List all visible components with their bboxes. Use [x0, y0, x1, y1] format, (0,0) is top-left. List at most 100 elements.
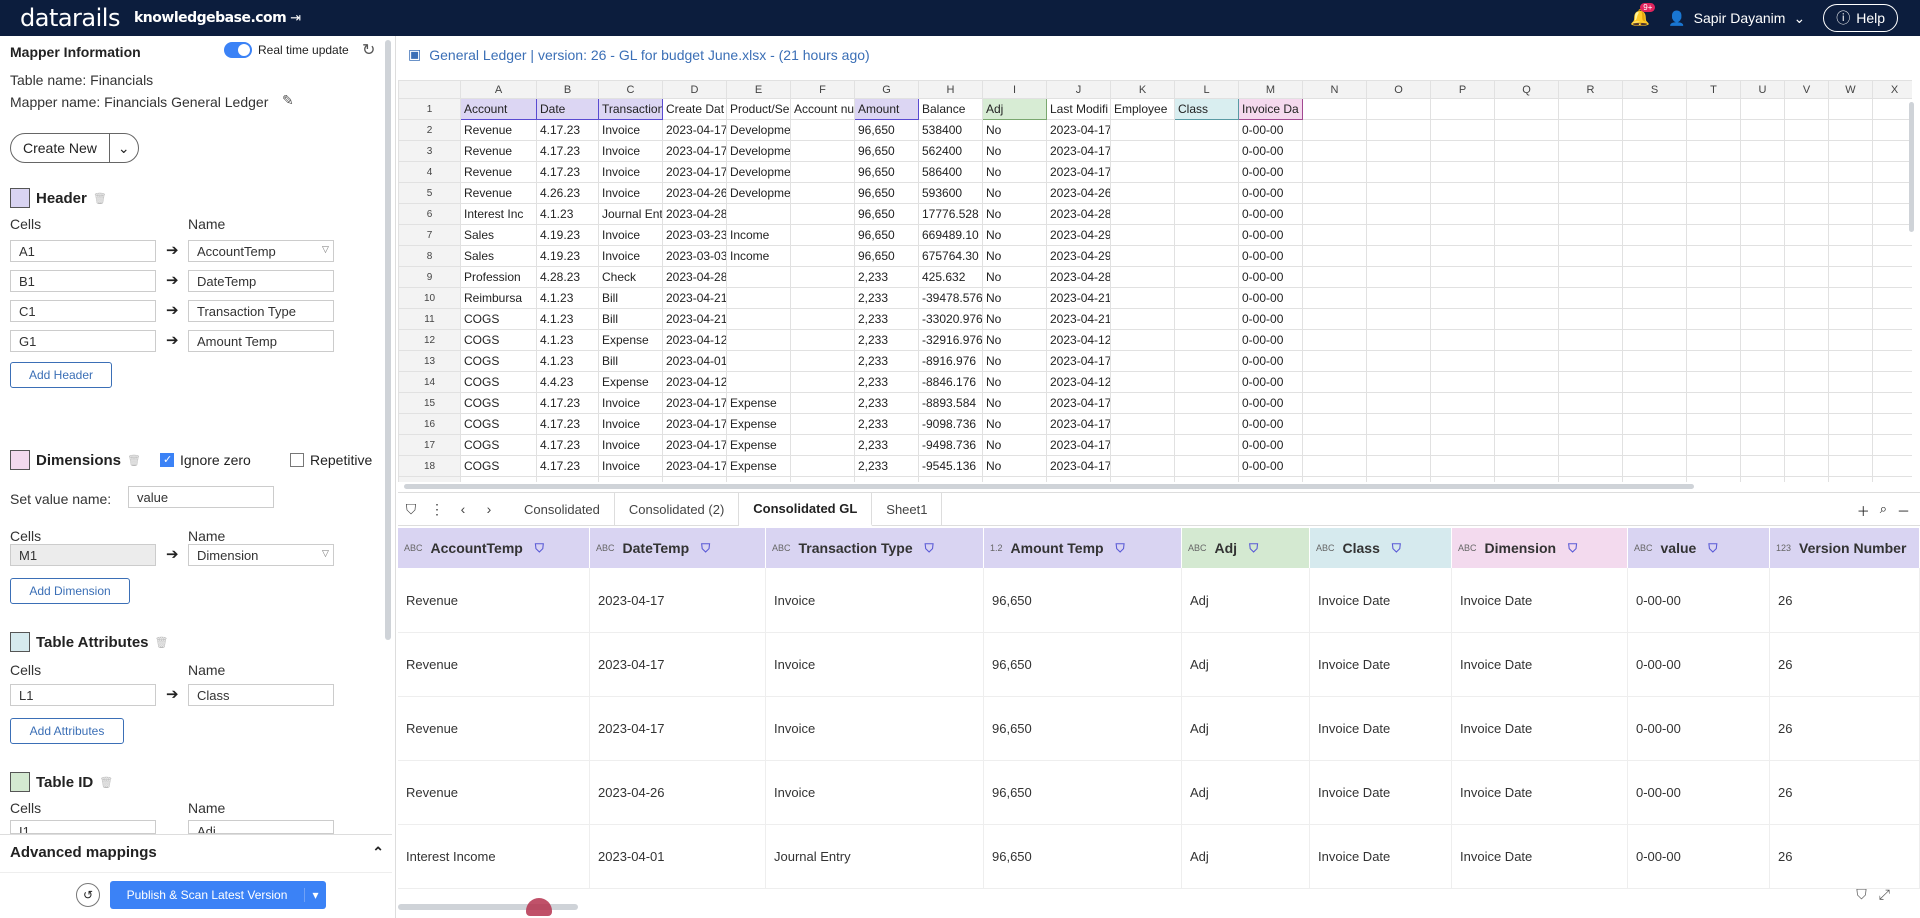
sheet-cell[interactable] [1740, 350, 1785, 372]
sheet-cell[interactable] [1110, 224, 1175, 246]
grid-column-header[interactable]: ABC value ⛉ [1628, 528, 1770, 568]
sheet-cell[interactable]: 0-00-00 [1238, 392, 1303, 414]
sheet-cell[interactable] [1366, 434, 1431, 456]
sheet-cell[interactable]: No [982, 224, 1047, 246]
sheet-cell[interactable] [1872, 350, 1912, 372]
sheet-cell[interactable] [1494, 119, 1559, 141]
grid-cell[interactable]: 26 [1770, 696, 1920, 760]
sheet-cell[interactable] [1174, 266, 1239, 288]
sheet-cell[interactable] [1110, 308, 1175, 330]
sheet-cell[interactable]: 562400 [918, 140, 983, 162]
sheet-cell[interactable] [1686, 392, 1741, 414]
sheet-cell[interactable] [726, 308, 791, 330]
grid-cell[interactable]: Invoice Date [1310, 568, 1452, 632]
sheet-cell[interactable] [1686, 245, 1741, 267]
sheet-cell[interactable]: 669489.10 [918, 224, 983, 246]
trash-icon[interactable]: 🗑 [99, 776, 113, 789]
sheet-cell[interactable]: 4.17.23 [536, 434, 599, 456]
sheet-cell[interactable] [1784, 119, 1829, 141]
sheet-cell[interactable] [1784, 329, 1829, 351]
sheet-cell[interactable]: 2023-04-17 [662, 119, 727, 141]
expand-icon[interactable]: ⤢ [1879, 886, 1890, 903]
sheet-cell[interactable]: 2023-04-12 [1046, 329, 1111, 351]
grid-row[interactable]: Revenue 2023-04-17 Invoice 96,650 Adj Invoice… [398, 568, 1920, 633]
sheet-cell[interactable] [1430, 119, 1495, 141]
sheet-cell[interactable] [1828, 476, 1873, 482]
grid-cell[interactable]: 96,650 [984, 824, 1182, 888]
sheet-cell[interactable]: Create Dat [662, 98, 727, 120]
sheet-cell[interactable]: Expense [598, 329, 663, 351]
realtime-update-toggle[interactable]: Real time update [224, 42, 349, 58]
sheet-cell[interactable] [1558, 371, 1623, 393]
grid-column-header[interactable]: ABC Class ⛉ [1310, 528, 1452, 568]
sheet-cell[interactable]: Account nu [790, 98, 855, 120]
grid-row[interactable]: Interest Income 2023-04-01 Journal Entry 96… [398, 824, 1920, 889]
sheet-cell[interactable]: 2,233 [854, 308, 919, 330]
sheet-cell[interactable] [1686, 413, 1741, 435]
grid-cell[interactable]: Revenue [398, 632, 590, 696]
sheet-cell[interactable] [1740, 119, 1785, 141]
sheet-cell[interactable]: 2,233 [854, 392, 919, 414]
set-value-input[interactable]: value [128, 486, 274, 508]
trash-icon[interactable]: 🗑 [93, 192, 107, 205]
row-header[interactable]: 4 [398, 161, 461, 183]
sheet-cell[interactable] [1430, 308, 1495, 330]
sheet-cell[interactable] [1494, 98, 1559, 120]
sheet-cell[interactable]: Bill [598, 287, 663, 309]
sheet-cell[interactable] [1174, 308, 1239, 330]
sheet-cell[interactable]: 0-00-00 [1238, 287, 1303, 309]
sheet-cell[interactable] [1686, 287, 1741, 309]
sheet-cell[interactable] [1494, 350, 1559, 372]
sheet-cell[interactable]: Balance [918, 98, 983, 120]
sheet-cell[interactable] [1494, 308, 1559, 330]
sheet-cell[interactable] [1558, 287, 1623, 309]
user-menu[interactable]: 👤 Sapir Dayanim ⌄ [1668, 10, 1805, 27]
sheet-cell[interactable] [1622, 203, 1687, 225]
sheet-cell[interactable] [726, 203, 791, 225]
sheet-cell[interactable]: -9098.736 [918, 413, 983, 435]
sheet-cell[interactable]: 2,233 [854, 476, 919, 482]
sheet-cell[interactable]: 96,650 [854, 161, 919, 183]
column-header[interactable]: X [1872, 80, 1912, 99]
sheet-cell[interactable]: 2023-04-17 [662, 392, 727, 414]
grid-cell[interactable]: 26 [1770, 568, 1920, 632]
header-name-input[interactable]: Amount Temp [188, 330, 334, 352]
sheet-cell[interactable] [1174, 371, 1239, 393]
filter-icon[interactable]: ⛉ [1116, 541, 1125, 556]
column-header[interactable]: U [1740, 80, 1785, 99]
sheet-cell[interactable]: Product/Se [726, 98, 791, 120]
sheet-cell[interactable] [1872, 476, 1912, 482]
sheet-cell[interactable] [1558, 119, 1623, 141]
sheet-cell[interactable] [1828, 140, 1873, 162]
toggle-switch[interactable] [224, 42, 252, 58]
sheet-cell[interactable] [1784, 476, 1829, 482]
sheet-cell[interactable] [1366, 308, 1431, 330]
add-attributes-button[interactable]: Add Attributes [10, 718, 124, 744]
sheet-cell[interactable]: Profession [460, 266, 537, 288]
sheet-cell[interactable] [1494, 245, 1559, 267]
sheet-cell[interactable] [1302, 245, 1367, 267]
filter-icon[interactable]: ▽ [322, 244, 329, 255]
sheet-cell[interactable] [1494, 392, 1559, 414]
sheet-cell[interactable]: 2,233 [854, 455, 919, 477]
sheet-cell[interactable]: 2,233 [854, 413, 919, 435]
sheet-cell[interactable]: No [982, 161, 1047, 183]
sheet-cell[interactable] [1174, 434, 1239, 456]
sheet-cell[interactable] [1740, 98, 1785, 120]
attribute-name-input[interactable]: Class [188, 684, 334, 706]
sheet-cell[interactable]: 2023-04-17 [662, 476, 727, 482]
sheet-cell[interactable]: Invoice [598, 182, 663, 204]
grid-cell[interactable]: Invoice [766, 696, 984, 760]
column-header[interactable]: T [1686, 80, 1741, 99]
sheet-cell[interactable]: No [982, 140, 1047, 162]
sheet-horizontal-scrollbar[interactable] [404, 484, 1694, 489]
sheet-cell[interactable] [1828, 392, 1873, 414]
sheet-cell[interactable] [1784, 245, 1829, 267]
column-header[interactable]: P [1430, 80, 1495, 99]
sheet-cell[interactable]: Income [726, 224, 791, 246]
sheet-cell[interactable] [1872, 371, 1912, 393]
sheet-cell[interactable]: Invoice [598, 245, 663, 267]
sheet-cell[interactable]: 2,233 [854, 371, 919, 393]
grid-cell[interactable]: Revenue [398, 568, 590, 632]
filter-icon[interactable]: ⛉ [1249, 541, 1258, 556]
